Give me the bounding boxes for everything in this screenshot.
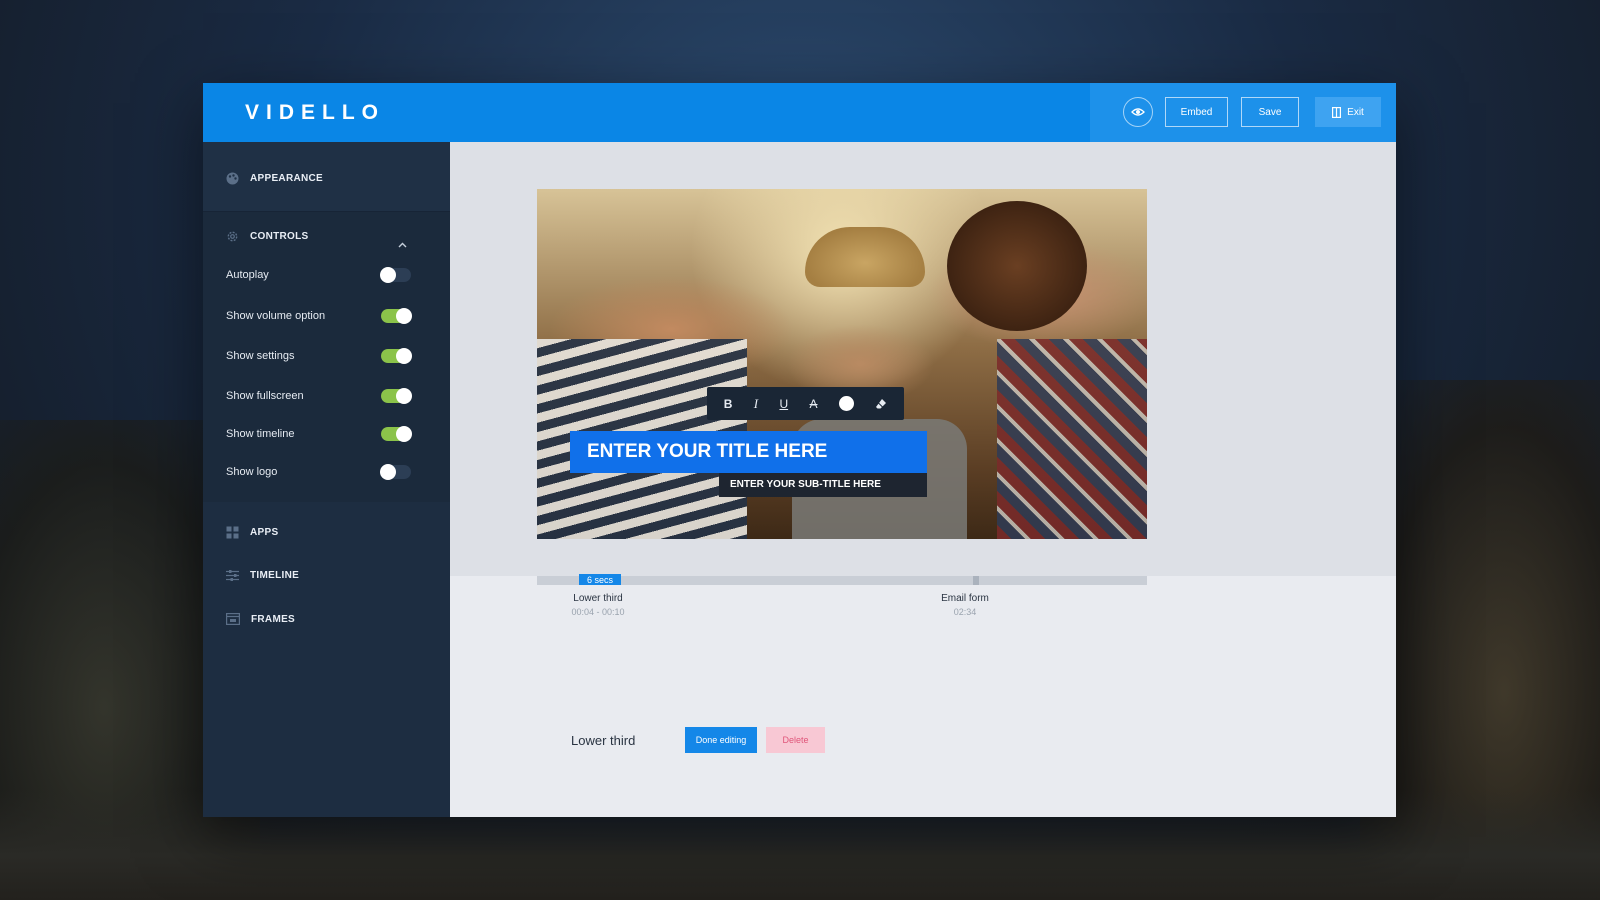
video-photo-shape — [997, 339, 1147, 539]
app-header: VIDELLO Embed Save Exit — [203, 83, 1396, 142]
underline-button[interactable]: U — [779, 397, 788, 411]
timeline-item-name: Lower third — [573, 593, 623, 604]
frame-icon — [226, 613, 240, 625]
bold-button[interactable]: B — [724, 397, 733, 411]
show-volume-toggle[interactable] — [381, 308, 412, 324]
text-format-toolbar: B I U A — [707, 387, 904, 420]
exit-label: Exit — [1347, 106, 1364, 118]
sidebar-item-frames[interactable]: FRAMES — [226, 613, 295, 625]
show-settings-toggle[interactable] — [381, 348, 412, 364]
control-label: Show logo — [226, 466, 278, 478]
sidebar-item-label: FRAMES — [251, 613, 296, 625]
control-label: Show volume option — [226, 310, 326, 322]
strikethrough-button[interactable]: A — [810, 397, 818, 411]
timeline-item-email-form[interactable]: Email form 02:34 — [932, 593, 998, 617]
sidebar-item-timeline[interactable]: TIMELINE — [226, 569, 299, 582]
timeline-item-time: 00:04 - 00:10 — [571, 607, 625, 617]
delete-button[interactable]: Delete — [766, 727, 825, 753]
sidebar-item-label: APPS — [250, 527, 279, 538]
editor-item-title: Lower third — [571, 733, 636, 748]
gear-icon — [227, 231, 238, 242]
save-button[interactable]: Save — [1241, 97, 1299, 127]
show-timeline-toggle[interactable] — [381, 426, 412, 442]
control-show-fullscreen: Show fullscreen — [226, 386, 412, 406]
app-window: VIDELLO Embed Save Exit APPEARANCE CONTR… — [203, 83, 1396, 817]
timeline-item-time: 02:34 — [953, 607, 977, 617]
lower-third-title[interactable]: ENTER YOUR TITLE HERE — [570, 431, 927, 473]
sidebar-item-label: TIMELINE — [250, 570, 300, 581]
control-label: Show fullscreen — [226, 390, 304, 402]
control-label: Show settings — [226, 350, 295, 362]
control-show-volume: Show volume option — [226, 306, 412, 326]
timeline-segment-lower-third[interactable]: 6 secs — [579, 574, 621, 585]
sidebar-item-label: CONTROLS — [250, 231, 309, 242]
preview-button[interactable] — [1123, 97, 1153, 127]
sidebar-item-controls[interactable]: CONTROLS — [226, 230, 309, 243]
control-show-settings: Show settings — [226, 346, 412, 366]
embed-button[interactable]: Embed — [1165, 97, 1228, 127]
exit-button[interactable]: Exit — [1315, 97, 1381, 127]
done-editing-button[interactable]: Done editing — [685, 727, 757, 753]
sliders-icon — [226, 570, 239, 581]
color-picker-button[interactable] — [838, 396, 854, 411]
show-fullscreen-toggle[interactable] — [381, 388, 412, 404]
autoplay-toggle[interactable] — [380, 267, 411, 283]
video-photo-shape — [947, 201, 1087, 331]
sidebar-item-appearance[interactable]: APPEARANCE — [203, 142, 450, 212]
video-photo-shape — [805, 227, 925, 287]
sidebar-nav: APPS TIMELINE FRAMES — [203, 502, 450, 817]
timeline-item-lower-third[interactable]: Lower third 00:04 - 00:10 — [560, 593, 636, 617]
eraser-icon[interactable] — [875, 398, 887, 410]
show-logo-toggle[interactable] — [380, 464, 411, 480]
sidebar: APPEARANCE CONTROLS Autoplay Show volume… — [203, 142, 450, 817]
app-logo: VIDELLO — [245, 101, 386, 124]
timeline-item-name: Email form — [941, 593, 989, 604]
lower-third-subtitle[interactable]: ENTER YOUR SUB-TITLE HERE — [719, 473, 927, 497]
italic-button[interactable]: I — [754, 396, 758, 412]
control-autoplay: Autoplay — [226, 265, 411, 285]
sidebar-item-label: APPEARANCE — [250, 173, 324, 184]
control-label: Autoplay — [226, 269, 269, 281]
control-show-logo: Show logo — [226, 462, 411, 482]
controls-panel: CONTROLS Autoplay Show volume option Sho… — [203, 212, 450, 502]
palette-icon — [226, 172, 239, 185]
eye-icon — [1131, 108, 1145, 116]
timeline-marker-email-form[interactable] — [973, 576, 979, 585]
chevron-up-icon[interactable] — [398, 242, 407, 248]
timeline-track[interactable]: 6 secs — [537, 574, 1147, 585]
exit-icon — [1332, 106, 1342, 118]
control-label: Show timeline — [226, 428, 295, 440]
sidebar-item-apps[interactable]: APPS — [226, 526, 278, 539]
editor-main: B I U A ENTER YOUR TITLE HERE ENTER YOUR… — [450, 142, 1396, 817]
apps-grid-icon — [226, 526, 239, 539]
video-preview[interactable]: B I U A ENTER YOUR TITLE HERE ENTER YOUR… — [537, 189, 1147, 539]
control-show-timeline: Show timeline — [226, 424, 412, 444]
